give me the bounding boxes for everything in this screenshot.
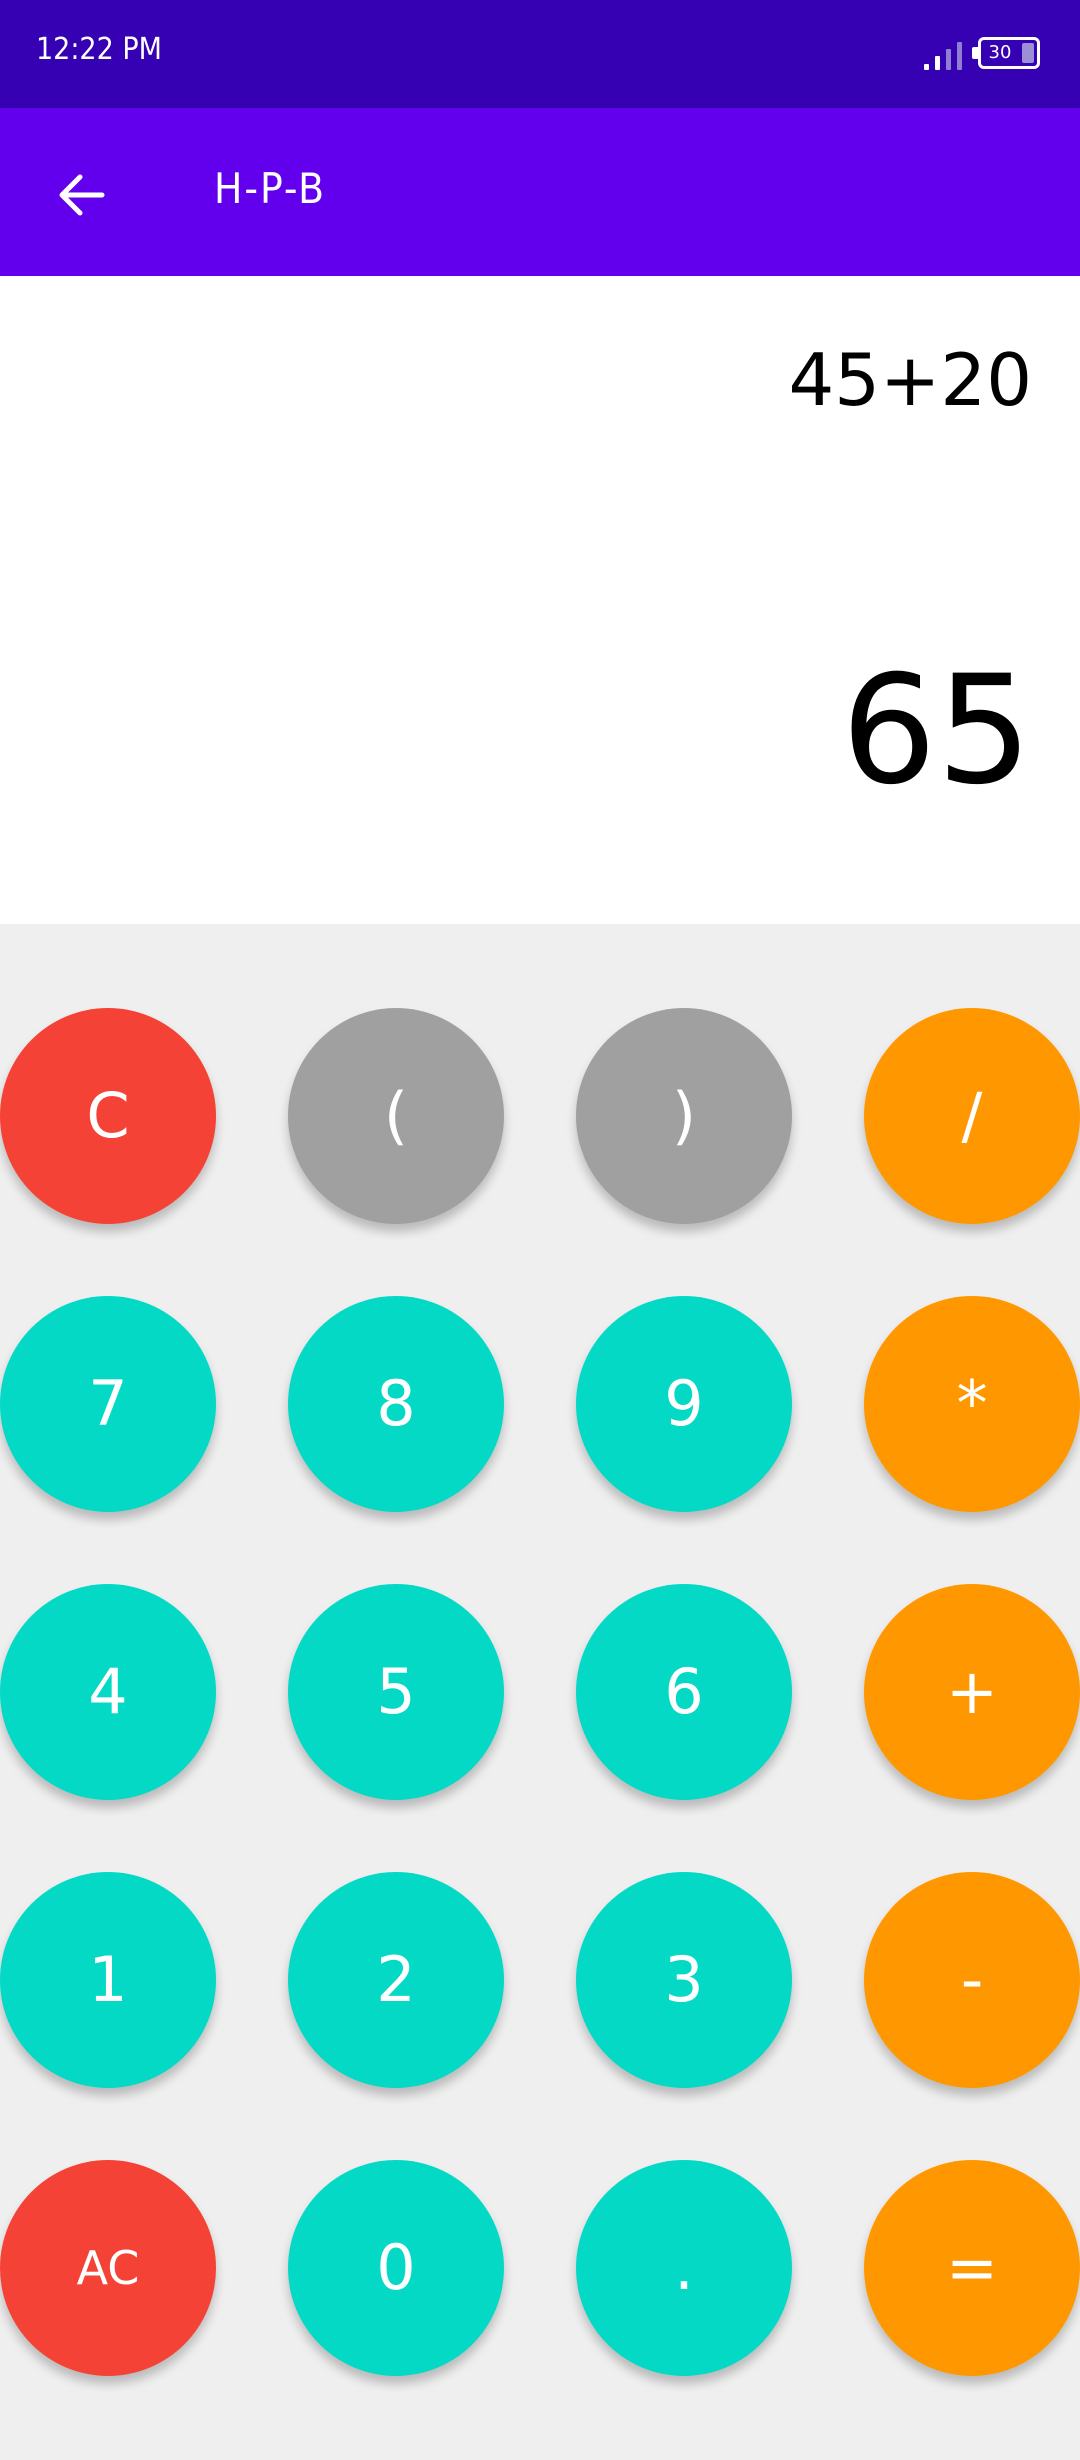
app-title: H-P-B	[214, 164, 326, 213]
digit-8-button[interactable]: 8	[288, 1296, 504, 1512]
expression-text: 45+20	[788, 338, 1032, 422]
add-button[interactable]: +	[864, 1584, 1080, 1800]
signal-strength-icon	[924, 42, 962, 70]
open-paren-button[interactable]: (	[288, 1008, 504, 1224]
battery-icon: 30	[978, 37, 1040, 69]
digit-4-button[interactable]: 4	[0, 1584, 216, 1800]
digit-6-button[interactable]: 6	[576, 1584, 792, 1800]
close-paren-button[interactable]: )	[576, 1008, 792, 1224]
battery-fill	[1022, 43, 1034, 63]
battery-level: 30	[988, 42, 1012, 63]
digit-2-button[interactable]: 2	[288, 1872, 504, 2088]
digit-1-button[interactable]: 1	[0, 1872, 216, 2088]
equals-button[interactable]: =	[864, 2160, 1080, 2376]
arrow-back-icon[interactable]	[40, 152, 126, 238]
subtract-button[interactable]: -	[864, 1872, 1080, 2088]
digit-5-button[interactable]: 5	[288, 1584, 504, 1800]
status-bar: 12:22 PM 30	[0, 0, 1080, 108]
clear-button[interactable]: C	[0, 1008, 216, 1224]
app-bar: H-P-B	[0, 108, 1080, 276]
keypad: C ( ) / 7 8 9 * 4 5 6 + 1 2 3 - AC 0 . =	[0, 924, 1080, 2460]
calculator-display: 45+20 65	[0, 276, 1080, 924]
status-time: 12:22 PM	[36, 32, 162, 67]
multiply-button[interactable]: *	[864, 1296, 1080, 1512]
result-text: 65	[841, 644, 1032, 818]
digit-3-button[interactable]: 3	[576, 1872, 792, 2088]
digit-7-button[interactable]: 7	[0, 1296, 216, 1512]
divide-button[interactable]: /	[864, 1008, 1080, 1224]
decimal-point-button[interactable]: .	[576, 2160, 792, 2376]
digit-9-button[interactable]: 9	[576, 1296, 792, 1512]
digit-0-button[interactable]: 0	[288, 2160, 504, 2376]
all-clear-button[interactable]: AC	[0, 2160, 216, 2376]
